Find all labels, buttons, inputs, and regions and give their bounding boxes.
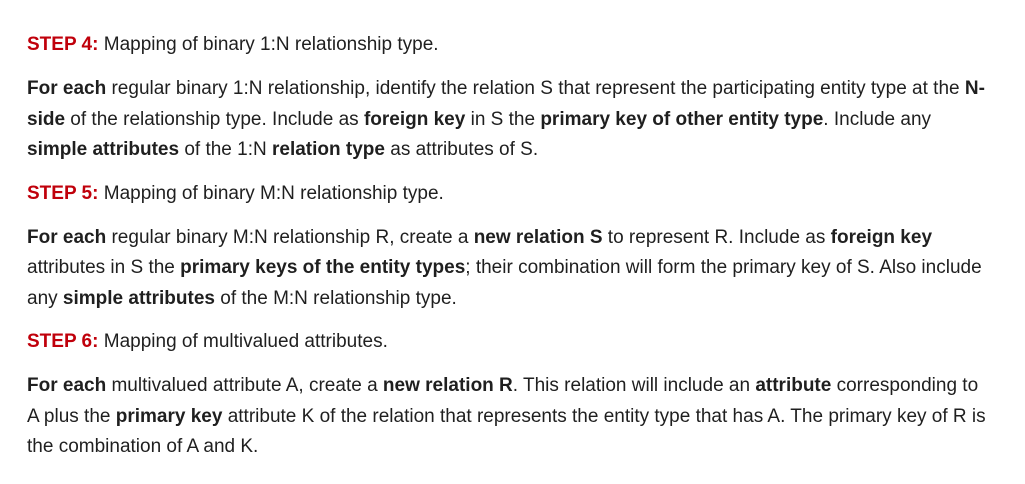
step-4-heading: STEP 4: Mapping of binary 1:N relationsh… — [27, 30, 987, 60]
bold-text-run: For each — [27, 226, 107, 248]
bold-text-run: foreign key — [363, 108, 466, 130]
text-run: regular binary 1:N relationship, identif… — [106, 78, 965, 99]
step-6-paragraph: For each multivalued attribute A, create… — [27, 371, 987, 463]
step-label: STEP 4: — [27, 34, 99, 55]
text-run: in S the — [465, 108, 541, 130]
step-title: Mapping of binary 1:N relationship type. — [98, 34, 439, 55]
text-run: . This relation will include an — [512, 375, 756, 396]
step-label: STEP 6: — [27, 331, 99, 352]
bold-text-run: simple attributes — [27, 139, 180, 160]
text-run: . Include any — [823, 108, 932, 130]
text-run: as attributes of S. — [384, 139, 539, 160]
bold-text-run: attribute — [755, 375, 832, 396]
text-run: multivalued attribute A, create a — [106, 375, 383, 396]
text-run: of the 1:N — [179, 139, 272, 160]
text-run: of the relationship type. Include as — [65, 108, 364, 130]
step-label: STEP 5: — [27, 182, 99, 204]
text-run: regular binary M:N relationship R, creat… — [106, 226, 474, 248]
step-4-paragraph: For each regular binary 1:N relationship… — [27, 74, 987, 166]
step-6-heading: STEP 6: Mapping of multivalued attribute… — [27, 327, 987, 357]
document-body: STEP 4: Mapping of binary 1:N relationsh… — [27, 30, 987, 463]
bold-text-run: new relation S — [473, 226, 603, 248]
text-run: of the M:N relationship type. — [214, 287, 457, 309]
bold-text-run: relation type — [272, 139, 385, 160]
bold-text-run: new relation R — [382, 375, 513, 396]
step-5-heading: STEP 5: Mapping of binary M:N relationsh… — [27, 179, 987, 209]
bold-text-run: primary key — [115, 405, 223, 427]
step-title: Mapping of binary M:N relationship type. — [98, 182, 444, 204]
bold-text-run: For each — [27, 375, 107, 396]
bold-text-run: For each — [27, 78, 107, 99]
step-title: Mapping of multivalued attributes. — [98, 331, 388, 352]
bold-text-run: simple attributes — [62, 287, 215, 309]
text-run: to represent R. Include as — [602, 226, 831, 248]
text-run: attributes in S the — [27, 257, 181, 278]
bold-text-run: primary keys of the entity types — [180, 257, 466, 278]
bold-text-run: foreign key — [830, 226, 933, 248]
bold-text-run: primary key of other entity type — [540, 108, 824, 130]
step-5-paragraph: For each regular binary M:N relationship… — [27, 223, 987, 315]
